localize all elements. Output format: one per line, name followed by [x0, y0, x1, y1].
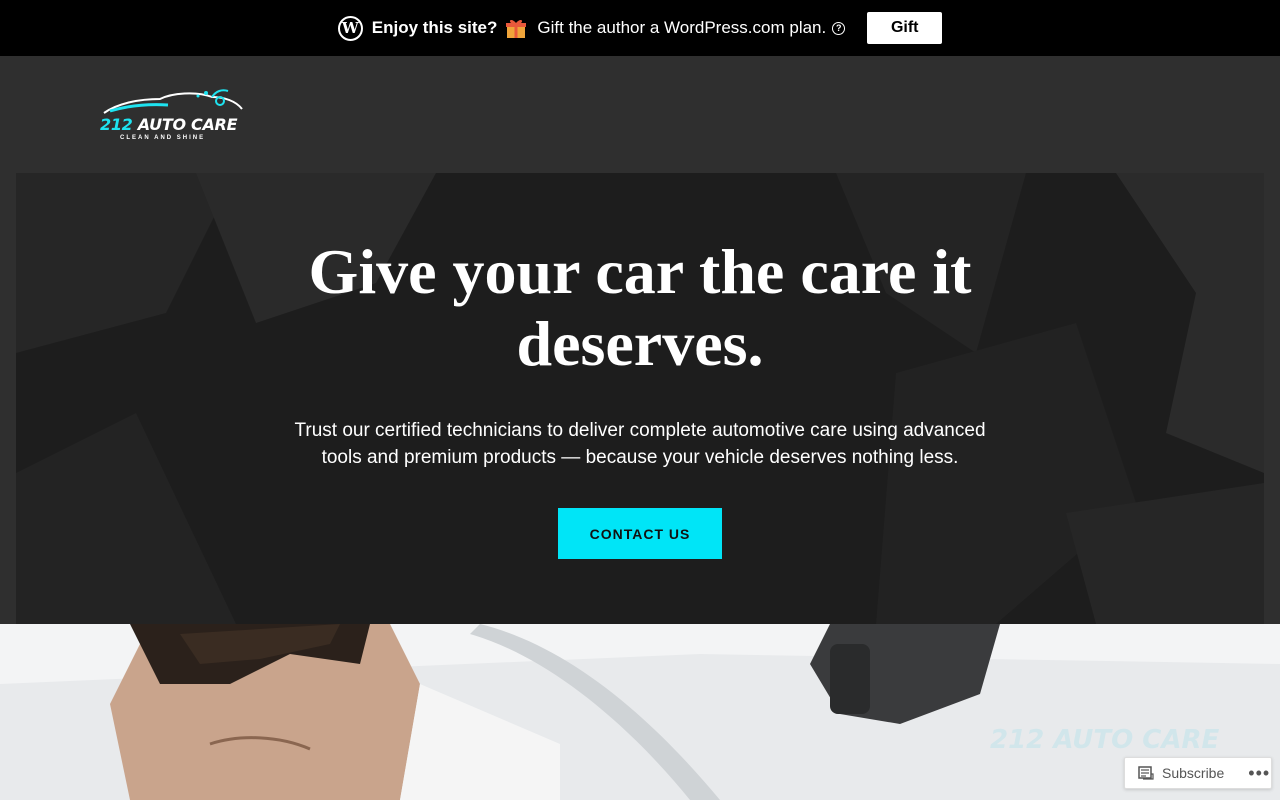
site-logo[interactable]: 212 AUTO CARE CLEAN AND SHINE	[100, 85, 245, 145]
logo-number: 212	[100, 115, 133, 134]
photo-illustration	[0, 624, 1280, 800]
watermark-logo: 212 AUTO CARE	[990, 725, 1220, 755]
hero-section: Give your car the care it deserves. Trus…	[16, 173, 1264, 624]
logo-name: AUTO CARE	[137, 115, 238, 134]
logo-wordmark: 212 AUTO CARE	[100, 115, 238, 134]
logo-tagline: CLEAN AND SHINE	[120, 135, 206, 141]
promo-heading: Enjoy this site?	[371, 18, 498, 37]
wordpress-logo-icon[interactable]: W	[337, 15, 363, 41]
subscribe-label[interactable]: Subscribe	[1162, 765, 1224, 781]
hero-title: Give your car the care it deserves.	[308, 236, 972, 379]
promo-banner: W Enjoy this site? Gift the author a Wor…	[0, 0, 1280, 56]
hero-subtitle: Trust our certified technicians to deliv…	[294, 420, 986, 468]
gift-box-icon	[506, 19, 527, 38]
help-icon[interactable]: ?	[832, 21, 846, 35]
contact-us-button[interactable]: CONTACT US	[558, 508, 722, 559]
mechanic-photo	[0, 624, 1280, 800]
subscribe-widget[interactable]: Subscribe •••	[1124, 757, 1272, 789]
reader-icon	[1138, 766, 1154, 780]
gift-button[interactable]: Gift	[867, 12, 943, 44]
promo-message: Gift the author a WordPress.com plan.	[537, 18, 827, 37]
more-options-icon[interactable]: •••	[1248, 764, 1270, 782]
car-silhouette-icon	[103, 89, 243, 114]
